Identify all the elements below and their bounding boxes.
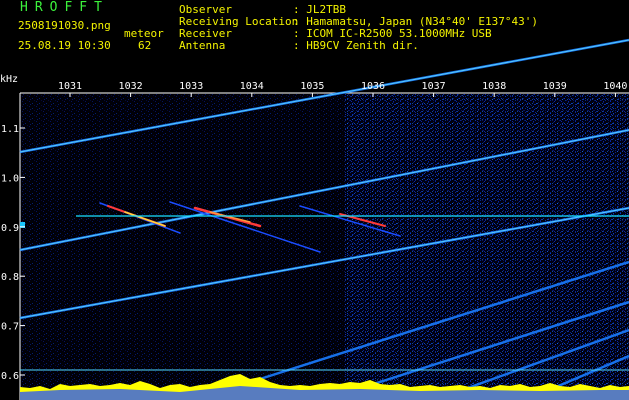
x-tick-label: 1036: [361, 81, 385, 92]
x-tick-label: 1040: [603, 81, 627, 92]
y-tick-label: 1.0: [1, 173, 19, 184]
x-tick-label: 1031: [58, 81, 82, 92]
y-tick-label: 0.6: [1, 371, 19, 382]
y-axis-unit: kHz: [0, 74, 18, 85]
x-tick-label: 1035: [300, 81, 324, 92]
spectrogram-plot: 1031 1032 1033 1034 1035 1036 1037 1038 1039 1040…: [0, 38, 629, 400]
x-tick-label: 1033: [179, 81, 203, 92]
x-tick-label: 1038: [482, 81, 506, 92]
x-tick-label: 1037: [422, 81, 446, 92]
x-tick-label: 1032: [119, 81, 143, 92]
y-tick-label: 1.1: [1, 124, 19, 135]
y-tick-label: 0.9: [1, 223, 19, 234]
x-tick-label: 1039: [543, 81, 567, 92]
y-tick-label: 0.8: [1, 272, 19, 283]
y-tick-label: 0.7: [1, 322, 19, 333]
x-tick-label: 1034: [240, 81, 264, 92]
